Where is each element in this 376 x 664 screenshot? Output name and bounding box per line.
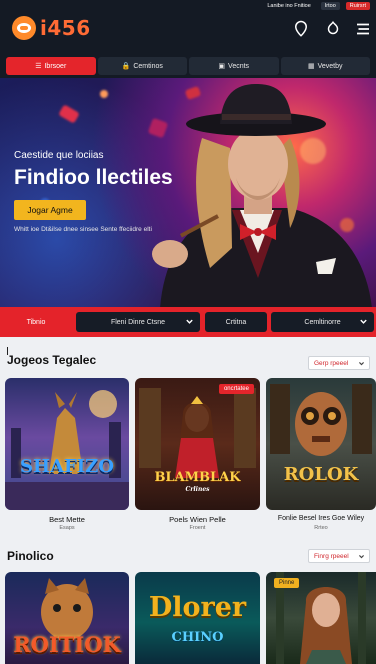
top-strip: Lanibe ino Fnitioe Irtoo Ruirsrt <box>263 2 370 10</box>
game-art-title: ROITIOK <box>13 632 121 657</box>
hero-fine-print: Whitt ioe Dt&ilse dnee sinsee Sente ffec… <box>14 226 152 233</box>
filter-select-value: Fleni Dinre Ctsne <box>110 318 166 326</box>
filter-select-value: Cemltinorre <box>304 318 341 326</box>
hero-title: Findioo llectiles <box>14 166 173 189</box>
list-icon: ☰ <box>35 63 42 70</box>
section-sort-select[interactable]: Gerp rpeeel <box>308 356 370 370</box>
game-card[interactable]: ROITIOK <box>5 572 129 664</box>
game-card[interactable]: oncrtatee BLAMBLAK Crlines <box>135 378 260 510</box>
screen-icon: ▣ <box>218 63 226 70</box>
game-provider: Froent <box>189 525 206 531</box>
game-title: Poels Wien Pelle <box>169 515 226 524</box>
menu-icon[interactable] <box>354 20 372 38</box>
tab-label: Cemtinos <box>133 62 163 70</box>
game-art-title: SHAFIZO <box>20 456 114 477</box>
logo-mascot-icon <box>12 16 36 40</box>
section-sort-select[interactable]: Finrg rpeeel <box>308 549 370 563</box>
game-card[interactable]: Dlorer CHINO <box>135 572 260 664</box>
game-provider: Esaps <box>59 525 75 531</box>
top-link-3[interactable]: Ruirsrt <box>345 2 370 10</box>
filter-label: Tibnio <box>26 318 46 326</box>
hero-banner: Caestide que lociias Findioo llectiles J… <box>0 78 376 308</box>
tab-1[interactable]: ☰ Ibrsoer <box>6 57 96 75</box>
settings-icon[interactable] <box>324 20 342 38</box>
filter-select-2[interactable]: Crtitna <box>205 312 267 332</box>
game-art-subtitle: CHINO <box>171 630 224 645</box>
game-art-title: ROLOK <box>283 464 359 485</box>
bokeh-light <box>100 90 108 98</box>
game-art-subtitle: Crlines <box>185 486 210 493</box>
chevron-down-icon <box>358 553 365 560</box>
section-title: Pinolico <box>7 549 54 563</box>
game-card[interactable]: SHAFIZO <box>5 378 129 510</box>
game-card[interactable]: Pinne <box>266 572 376 664</box>
dice-decoration <box>58 104 80 124</box>
location-pin-icon[interactable] <box>292 20 310 38</box>
game-badge: oncrtatee <box>218 384 254 394</box>
game-thumbnail <box>5 390 129 510</box>
game-provider: Rrteo <box>314 525 328 531</box>
sort-select-value: Finrg rpeeel <box>314 552 349 560</box>
chevron-down-icon <box>359 317 368 326</box>
hero-character-illustration <box>152 84 372 308</box>
game-art-title: Dlorer <box>148 592 247 623</box>
filter-select-value: Crtitna <box>225 318 247 326</box>
tab-label: Ibrsoer <box>44 62 67 70</box>
sort-select-value: Gerp rpeeel <box>314 359 349 367</box>
hero-subtitle: Caestide que lociias <box>14 150 104 161</box>
game-title: Best Mette <box>49 515 85 524</box>
tab-3[interactable]: ▣ Vecnts <box>189 57 279 75</box>
filter-bar: Tibnio Fleni Dinre Ctsne Crtitna Cemltin… <box>0 307 376 337</box>
filter-select-1[interactable]: Fleni Dinre Ctsne <box>76 312 200 332</box>
game-thumbnail <box>270 384 372 456</box>
tab-2[interactable]: 🔒 Cemtinos <box>97 57 187 75</box>
site-header: Lanibe ino Fnitioe Irtoo Ruirsrt i456 <box>0 0 376 56</box>
grid-icon: ▦ <box>307 63 315 70</box>
hero-cta-button[interactable]: Jogar Agme <box>14 200 86 220</box>
top-link-1[interactable]: Lanibe ino Fnitioe <box>263 2 314 10</box>
chevron-down-icon <box>358 360 365 367</box>
game-title: Fonlie Besel Ires Goe Wiley <box>277 515 365 522</box>
game-art-title: BLAMBLAK <box>154 470 241 485</box>
filter-select-3[interactable]: Cemltinorre <box>271 312 374 332</box>
chevron-down-icon <box>185 317 194 326</box>
tab-4[interactable]: ▦ Vevetby <box>280 57 370 75</box>
tab-label: Vecnts <box>228 62 250 70</box>
game-badge: Pinne <box>274 578 300 588</box>
logo-text: i456 <box>40 16 91 40</box>
game-card[interactable]: ROLOK <box>266 378 376 510</box>
top-link-2[interactable]: Irtoo <box>320 2 340 10</box>
section-title: Jogeos Tegalec <box>7 353 97 367</box>
category-tabs: ☰ Ibrsoer 🔒 Cemtinos ▣ Vecnts ▦ Vevetby <box>0 56 376 78</box>
tab-label: Vevetby <box>317 62 343 70</box>
lock-icon: 🔒 <box>121 63 131 70</box>
site-logo[interactable]: i456 <box>12 16 91 40</box>
